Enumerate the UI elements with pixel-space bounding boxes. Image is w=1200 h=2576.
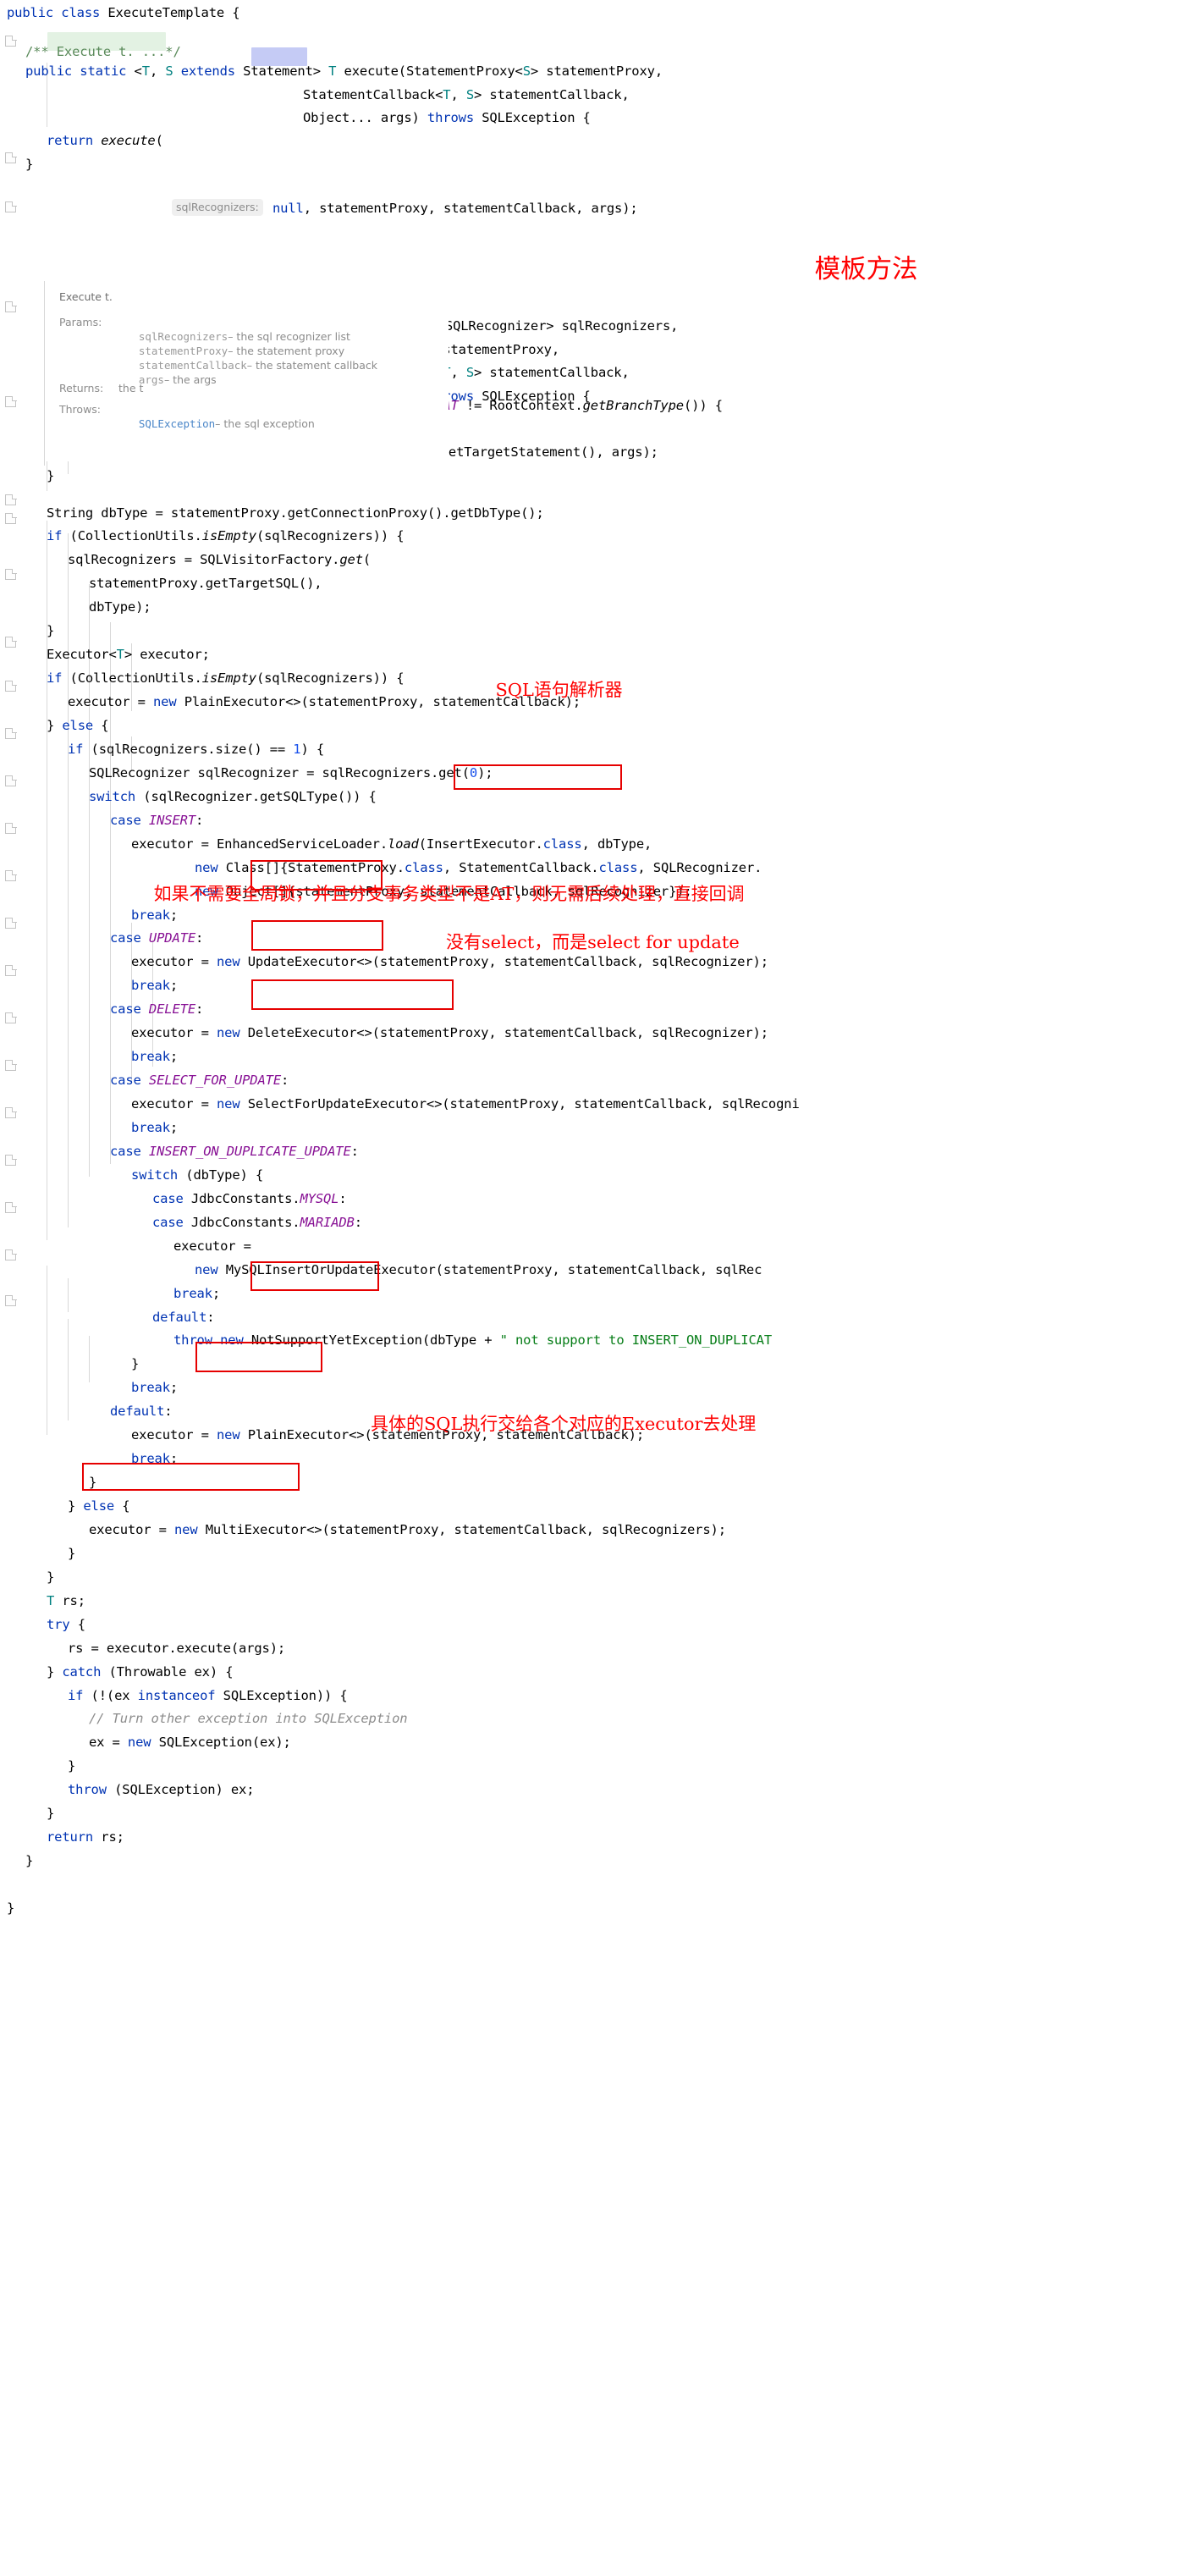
- code-line[interactable]: break;: [131, 974, 178, 996]
- code-line[interactable]: }: [47, 620, 54, 642]
- javadoc-returns-label: Returns:: [59, 382, 104, 394]
- code-line[interactable]: }: [68, 1755, 75, 1777]
- code-line[interactable]: if (CollectionUtils.isEmpty(sqlRecognize…: [47, 525, 405, 547]
- code-line[interactable]: Object... args) throws SQLException {: [303, 107, 591, 129]
- code-line[interactable]: break;: [131, 1045, 178, 1067]
- code-line[interactable]: String dbType = statementProxy.getConnec…: [47, 502, 544, 524]
- code-line[interactable]: }: [25, 1850, 33, 1872]
- code-line[interactable]: } catch (Throwable ex) {: [47, 1661, 234, 1683]
- code-line[interactable]: throw new NotSupportYetException(dbType …: [173, 1329, 772, 1351]
- code-line[interactable]: default:: [152, 1306, 215, 1328]
- code-line[interactable]: return execute(: [47, 130, 163, 152]
- code-line[interactable]: return rs;: [47, 1826, 124, 1848]
- code-line[interactable]: } else {: [47, 714, 109, 736]
- indent-guide: [89, 1336, 90, 1382]
- code-line[interactable]: case INSERT_ON_DUPLICATE_UPDATE:: [110, 1140, 359, 1162]
- code-line[interactable]: rs = executor.execute(args);: [68, 1637, 285, 1659]
- indent-guide: [68, 1319, 69, 1420]
- code-line[interactable]: executor =: [173, 1235, 251, 1257]
- code-line[interactable]: throw (SQLException) ex;: [68, 1779, 255, 1801]
- code-line[interactable]: }: [131, 1353, 139, 1375]
- code-line[interactable]: public class ExecuteTemplate {: [7, 2, 240, 24]
- javadoc-title: Execute t.: [59, 290, 113, 303]
- javadoc-tooltip-rail: [44, 281, 45, 466]
- javadoc-throws-label: Throws:: [59, 403, 102, 416]
- code-line[interactable]: }: [68, 1542, 75, 1564]
- code-line[interactable]: case DELETE:: [110, 998, 203, 1020]
- code-line[interactable]: public static <T, S extends Statement> T…: [25, 60, 663, 82]
- code-line[interactable]: default:: [110, 1400, 173, 1422]
- code-line[interactable]: new Class[]{StatementProxy.class, Statem…: [195, 857, 762, 879]
- code-line[interactable]: case JdbcConstants.MYSQL:: [152, 1188, 347, 1210]
- annotation-template-method: 模板方法: [814, 255, 918, 285]
- code-line[interactable]: if (CollectionUtils.isEmpty(sqlRecognize…: [47, 667, 405, 689]
- code-line[interactable]: switch (dbType) {: [131, 1164, 263, 1186]
- code-line[interactable]: Executor<T> executor;: [47, 643, 210, 665]
- indent-guide: [68, 1278, 69, 1312]
- code-line[interactable]: dbType);: [89, 596, 151, 618]
- code-line[interactable]: break;: [131, 904, 178, 926]
- code-line[interactable]: // Turn other exception into SQLExceptio…: [89, 1707, 408, 1729]
- code-line[interactable]: if (sqlRecognizers.size() == 1) {: [68, 738, 324, 760]
- code-line[interactable]: case UPDATE:: [110, 927, 203, 949]
- code-line[interactable]: executor = new DeleteExecutor<>(statemen…: [131, 1022, 768, 1044]
- indent-guide: [68, 533, 69, 1227]
- code-line[interactable]: case SELECT_FOR_UPDATE:: [110, 1069, 289, 1091]
- code-line[interactable]: sqlRecognizers = SQLVisitorFactory.get(: [68, 549, 371, 571]
- javadoc-throws-desc: – the sql exception: [215, 417, 315, 430]
- code-line[interactable]: SQLRecognizer sqlRecognizer = sqlRecogni…: [89, 762, 493, 784]
- annotation-sql-parser: SQL语句解析器: [495, 679, 623, 700]
- code-line[interactable]: }: [89, 1471, 96, 1493]
- code-line[interactable]: }: [47, 465, 54, 487]
- code-line[interactable]: switch (sqlRecognizer.getSQLType()) {: [89, 786, 377, 808]
- code-line[interactable]: StatementCallback<T, S> statementCallbac…: [303, 84, 630, 106]
- code-line[interactable]: executor = EnhancedServiceLoader.load(In…: [131, 833, 652, 855]
- code-line[interactable]: ex = new SQLException(ex);: [89, 1731, 291, 1753]
- annotation-executor-dispatch: 具体的SQL执行交给各个对应的Executor去处理: [371, 1414, 757, 1435]
- code-line-hint-tail[interactable]: null, statementProxy, statementCallback,…: [272, 197, 638, 219]
- code-line[interactable]: }: [47, 1566, 54, 1588]
- annotation-no-global-lock: 如果不需要全局锁，并且分支事务类型不是AT，则无需后续处理，直接回调: [153, 884, 745, 905]
- code-line[interactable]: executor = new MultiExecutor<>(statement…: [89, 1519, 726, 1541]
- code-line[interactable]: }: [25, 153, 33, 175]
- javadoc-param-desc: – the statement callback: [246, 359, 378, 372]
- code-line[interactable]: try {: [47, 1613, 85, 1636]
- code-line[interactable]: }: [47, 1802, 54, 1824]
- code-line[interactable]: executor = new UpdateExecutor<>(statemen…: [131, 951, 768, 973]
- code-line[interactable]: T rs;: [47, 1590, 85, 1612]
- javadoc-tooltip: Execute t. Params: sqlRecognizers– the s…: [25, 279, 449, 466]
- code-line[interactable]: break;: [131, 1117, 178, 1139]
- code-line[interactable]: new MySQLInsertOrUpdateExecutor(statemen…: [195, 1259, 762, 1281]
- javadoc-throws-type[interactable]: SQLException: [139, 417, 215, 430]
- javadoc-returns-value: the t: [118, 382, 144, 394]
- javadoc-throws-row: SQLException– the sql exception: [118, 402, 315, 445]
- inline-parameter-hint: sqlRecognizers:: [172, 199, 263, 216]
- javadoc-param-desc: – the args: [163, 373, 217, 386]
- code-line[interactable]: if (!(ex instanceof SQLException)) {: [68, 1685, 348, 1707]
- code-line[interactable]: case JdbcConstants.MARIADB:: [152, 1211, 362, 1233]
- code-line[interactable]: }: [7, 1897, 14, 1919]
- annotation-no-select: 没有select，而是select for update: [446, 932, 740, 953]
- code-line[interactable]: case INSERT:: [110, 809, 203, 831]
- code-line[interactable]: break;: [173, 1282, 220, 1305]
- code-line[interactable]: executor = new SelectForUpdateExecutor<>…: [131, 1093, 800, 1115]
- code-line[interactable]: break;: [131, 1448, 178, 1470]
- javadoc-params-label: Params:: [59, 316, 102, 328]
- code-line[interactable]: statementProxy.getTargetSQL(),: [89, 572, 322, 594]
- code-line[interactable]: break;: [131, 1376, 178, 1398]
- code-editor[interactable]: public class ExecuteTemplate {/** Execut…: [0, 0, 1200, 2576]
- code-line[interactable]: } else {: [68, 1495, 130, 1517]
